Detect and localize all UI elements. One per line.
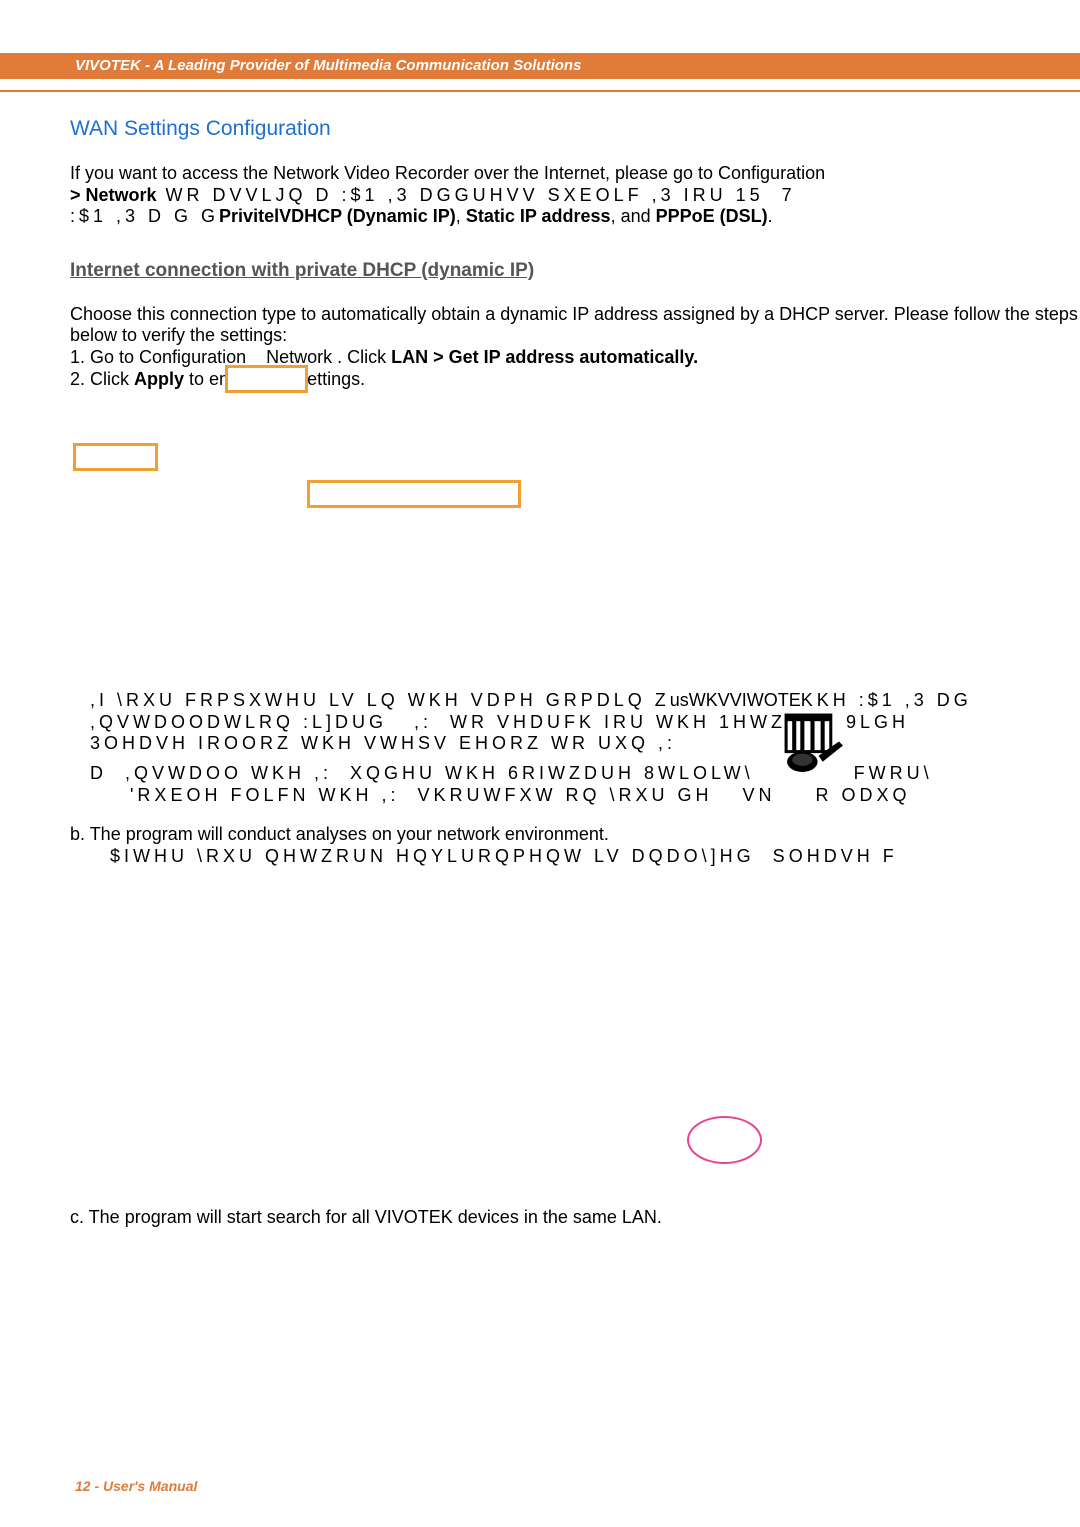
- callout-box-2: [73, 443, 158, 471]
- intro-line2-bold: > Network: [70, 185, 157, 205]
- intro-line2-tail: 7: [764, 185, 796, 205]
- mid-l1b: usWKVVIWOTE: [670, 690, 801, 710]
- mid-l1c: KKH :$1 ,3 DG: [801, 690, 972, 710]
- pink-oval-annotation: [687, 1116, 762, 1164]
- intro-line3-sep1: ,: [456, 206, 466, 226]
- intro-paragraph: If you want to access the Network Video …: [70, 163, 1080, 228]
- page-footer: 12 - User's Manual: [75, 1478, 197, 1494]
- mid-la: D ,QVWDOO WKH ,: XQGHU WKH 6RIWZDUH 8WLO…: [90, 763, 754, 783]
- mid-lb2: VN: [742, 785, 775, 805]
- intro-line3-garbled: :$1 ,3 D G G: [70, 206, 219, 226]
- header-rule: [0, 90, 1080, 92]
- sub-p1: Choose this connection type to automatic…: [70, 304, 1080, 346]
- step2a: 2. Click: [70, 369, 134, 389]
- intro-line2-garbled: WR DVVLJQ D :$1 ,3 DGGUHVV SXEOLF ,3 IRU…: [157, 185, 764, 205]
- step-b-garbled: $IWHU \RXU QHWZRUN HQYLURQPHQW LV DQDO\]…: [110, 846, 898, 868]
- section-title: WAN Settings Configuration: [70, 117, 1080, 141]
- step1a: 1. Go to Configuration Network . Click: [70, 347, 391, 367]
- intro-line3-b2: Static IP address: [466, 206, 611, 226]
- header-brand-band: VIVOTEK - A Leading Provider of Multimed…: [0, 53, 1080, 79]
- intro-line1: If you want to access the Network Video …: [70, 163, 825, 183]
- intro-line3-sep2: , and: [611, 206, 656, 226]
- step1b: LAN > Get IP address automatically.: [391, 347, 698, 367]
- footer-text: 12 - User's Manual: [75, 1478, 197, 1494]
- intro-line3-dot: .: [768, 206, 773, 226]
- content-area: WAN Settings Configuration If you want t…: [70, 115, 1080, 1229]
- step-c: c. The program will start search for all…: [70, 1207, 1080, 1229]
- sub-paragraph: Choose this connection type to automatic…: [70, 304, 1080, 390]
- mid-l3: 3OHDVH IROORZ WKH VWHSV EHORZ WR UXQ ,:: [90, 733, 676, 753]
- intro-line3-b3: PPPoE (DSL): [656, 206, 768, 226]
- mid-la2: FWRU\: [854, 763, 933, 783]
- mid-lb3: R ODXQ: [815, 785, 910, 805]
- sub-heading: Internet connection with private DHCP (d…: [70, 260, 1080, 282]
- mid-lb: 'RXEOH FOLFN WKH ,: VKRUWFXW RQ \RXU GH: [130, 785, 712, 807]
- step-b: b. The program will conduct analyses on …: [70, 824, 1080, 867]
- mid-l1a: ,I \RXU FRPSXWHU LV LQ WKH VDPH GRPDLQ Z: [90, 690, 670, 710]
- header-brand-text: VIVOTEK - A Leading Provider of Multimed…: [75, 57, 581, 74]
- step-c-text: c. The program will start search for all…: [70, 1207, 662, 1227]
- callout-box-3: [307, 480, 521, 508]
- intro-line3-b1: PrivitelVDHCP (Dynamic IP): [219, 206, 456, 226]
- iw-shortcut-icon: [780, 711, 845, 776]
- step-b-text: b. The program will conduct analyses on …: [70, 824, 609, 844]
- step2b: Apply: [134, 369, 184, 389]
- callout-box-1: [225, 365, 308, 393]
- mid-block: ,I \RXU FRPSXWHU LV LQ WKH VDPH GRPDLQ Z…: [90, 690, 1080, 755]
- page: VIVOTEK - A Leading Provider of Multimed…: [0, 0, 1080, 1527]
- mid-list-a: D ,QVWDOO WKH ,: XQGHU WKH 6RIWZDUH 8WLO…: [90, 763, 1080, 806]
